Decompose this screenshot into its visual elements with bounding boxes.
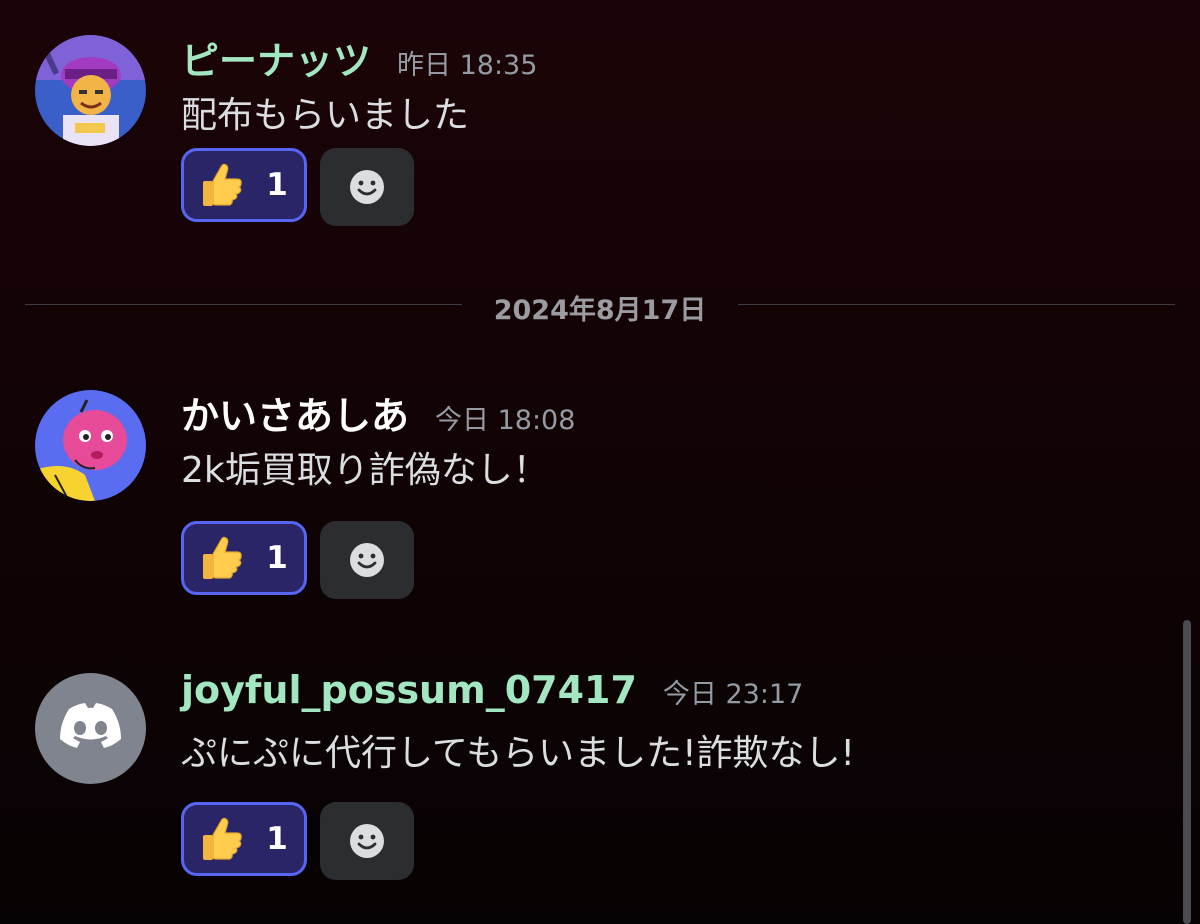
add-reaction-button[interactable]	[320, 802, 414, 880]
username[interactable]: joyful_possum_07417	[181, 668, 637, 712]
smiley-add-reaction-icon	[350, 170, 384, 204]
avatar-kaisaashia-image	[35, 390, 146, 501]
message-content: 2k垢買取り詐偽なし！	[181, 450, 549, 491]
thumbs-up-icon	[203, 163, 242, 206]
avatar-peanuts-image	[35, 35, 146, 146]
divider-line-right	[738, 304, 1175, 305]
timestamp: 今日 23:17	[662, 679, 804, 710]
discord-logo-icon	[60, 703, 121, 748]
add-reaction-button[interactable]	[320, 521, 414, 599]
reaction-thumbs-up[interactable]: 1	[181, 148, 307, 222]
message-content: ぷにぷに代行してもらいました!詐欺なし!	[181, 733, 855, 774]
avatar-kaisaashia[interactable]	[35, 390, 146, 501]
avatar-peanuts[interactable]	[35, 35, 146, 146]
reaction-count: 1	[266, 167, 288, 203]
thumbs-up-icon	[203, 817, 242, 860]
add-reaction-button[interactable]	[320, 148, 414, 226]
smiley-add-reaction-icon	[350, 824, 384, 858]
username[interactable]: かいさあしあ	[181, 385, 409, 440]
reaction-thumbs-up[interactable]: 1	[181, 802, 307, 876]
divider-date: 2024年8月17日	[493, 295, 707, 326]
message-content: 配布もらいました	[181, 95, 470, 136]
timestamp: 今日 18:08	[435, 405, 576, 436]
smiley-add-reaction-icon	[350, 543, 384, 577]
reaction-thumbs-up[interactable]: 1	[181, 521, 307, 595]
timestamp: 昨日 18:35	[397, 50, 538, 81]
thumbs-up-icon	[203, 536, 242, 579]
avatar-joyful-possum[interactable]	[35, 673, 146, 784]
reaction-count: 1	[266, 540, 288, 576]
divider-line-left	[25, 304, 462, 305]
reaction-count: 1	[266, 821, 288, 857]
scrollbar-thumb[interactable]	[1183, 620, 1191, 924]
username[interactable]: ピーナッツ	[181, 30, 371, 85]
